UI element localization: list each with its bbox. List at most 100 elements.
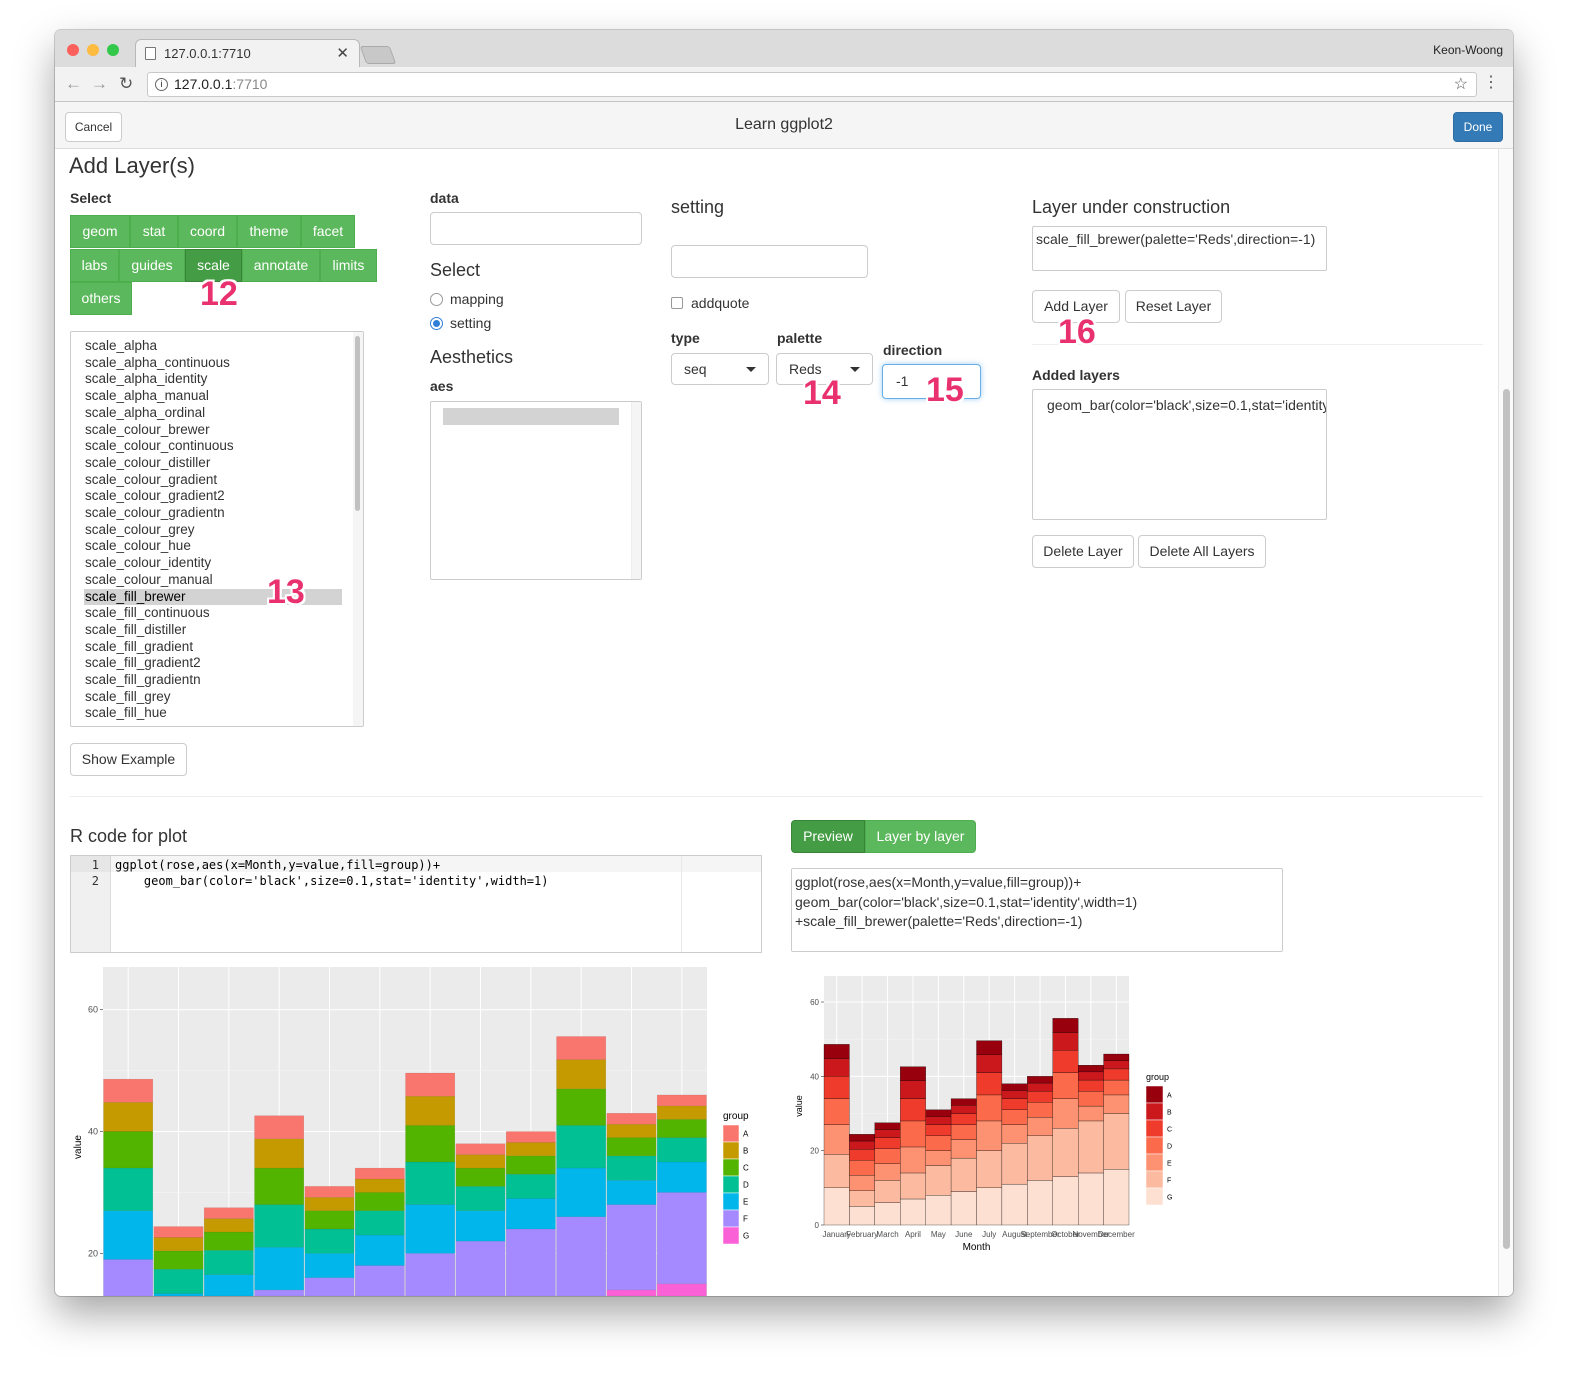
- bar-segment-C: [925, 1124, 952, 1136]
- aes-scrollbar[interactable]: [631, 402, 641, 579]
- back-arrow-icon[interactable]: ←: [65, 74, 82, 94]
- close-tab-icon[interactable]: ✕: [336, 40, 349, 68]
- category-limits-button[interactable]: limits: [320, 249, 377, 282]
- bar-segment-F: [556, 1216, 607, 1296]
- bar-segment-A: [203, 1207, 254, 1219]
- preview-code-textarea[interactable]: ggplot(rose,aes(x=Month,y=value,fill=gro…: [791, 868, 1283, 952]
- function-list-item[interactable]: scale_colour_grey: [84, 522, 342, 539]
- y-tick-label: 60: [88, 1005, 98, 1015]
- layer-textarea[interactable]: scale_fill_brewer(palette='Reds',directi…: [1032, 226, 1327, 271]
- bar-segment-B: [1001, 1090, 1028, 1099]
- bar-segment-C: [254, 1167, 305, 1205]
- close-window-icon[interactable]: [67, 44, 79, 56]
- bar-segment-E: [1027, 1117, 1053, 1136]
- tab-preview[interactable]: Preview: [791, 820, 865, 853]
- bar-segment-A: [900, 1066, 926, 1081]
- setting-input[interactable]: [671, 245, 868, 278]
- bar-segment-C: [1103, 1068, 1130, 1081]
- function-list-item[interactable]: scale_colour_gradient2: [84, 488, 342, 505]
- bar-segment-B: [950, 1105, 977, 1114]
- added-layers-textarea[interactable]: geom_bar(color='black',size=0.1,stat='id…: [1032, 389, 1327, 520]
- function-list-item[interactable]: scale_colour_brewer: [84, 422, 342, 439]
- annotation-13: 13: [267, 573, 305, 611]
- function-list-item[interactable]: scale_fill_gradientn: [84, 672, 342, 689]
- scrollbar-thumb[interactable]: [1503, 389, 1510, 1249]
- function-list-item[interactable]: scale_fill_distiller: [84, 622, 342, 639]
- category-guides-button[interactable]: guides: [119, 249, 185, 282]
- bar-segment-F: [925, 1165, 952, 1196]
- browser-tab[interactable]: 127.0.0.1:7710 ✕: [135, 39, 360, 67]
- profile-name[interactable]: Keon-Woong: [1433, 43, 1503, 57]
- bar-segment-B: [405, 1095, 456, 1126]
- function-list-item[interactable]: scale_colour_distiller: [84, 455, 342, 472]
- reset-layer-button[interactable]: Reset Layer: [1125, 290, 1222, 323]
- bar-segment-E: [304, 1253, 355, 1278]
- info-icon[interactable]: i: [155, 78, 168, 91]
- address-bar[interactable]: i 127.0.0.1:7710 ☆: [147, 72, 1477, 97]
- mapping-radio[interactable]: [430, 293, 443, 306]
- line-number: 2: [91, 874, 99, 888]
- done-button[interactable]: Done: [1453, 112, 1503, 142]
- delete-layer-button[interactable]: Delete Layer: [1032, 535, 1134, 568]
- category-facet-button[interactable]: facet: [301, 215, 355, 248]
- forward-arrow-icon[interactable]: →: [91, 74, 108, 94]
- listbox-scrollbar[interactable]: [353, 332, 363, 726]
- new-tab-button[interactable]: [359, 46, 397, 64]
- bar-segment-F: [1103, 1113, 1130, 1170]
- delete-all-layers-button[interactable]: Delete All Layers: [1138, 535, 1266, 568]
- bar-segment-E: [455, 1210, 506, 1242]
- menu-kebab-icon[interactable]: ⋮: [1483, 72, 1499, 92]
- data-input[interactable]: [430, 212, 642, 245]
- bookmark-star-icon[interactable]: ☆: [1454, 73, 1468, 96]
- function-list-item[interactable]: scale_colour_gradient: [84, 472, 342, 489]
- legend-label: F: [1167, 1178, 1171, 1185]
- code-editor[interactable]: 1 ggplot(rose,aes(x=Month,y=value,fill=g…: [70, 855, 762, 953]
- bar-segment-G: [1103, 1169, 1130, 1226]
- setting-radio[interactable]: [430, 317, 443, 330]
- bar-segment-F: [1027, 1135, 1053, 1181]
- aes-listbox[interactable]: [430, 401, 642, 580]
- function-list-item[interactable]: scale_alpha: [84, 338, 342, 355]
- category-geom-button[interactable]: geom: [70, 215, 130, 248]
- function-list-item[interactable]: scale_alpha_identity: [84, 371, 342, 388]
- reload-icon[interactable]: ↻: [119, 74, 133, 94]
- aes-selected-item[interactable]: [443, 408, 619, 425]
- bar-segment-A: [925, 1109, 952, 1117]
- type-select[interactable]: seq: [671, 353, 769, 385]
- function-list-item[interactable]: scale_colour_continuous: [84, 438, 342, 455]
- function-list-item[interactable]: scale_colour_gradientn: [84, 505, 342, 522]
- x-tick-label: December: [1098, 1230, 1135, 1239]
- bar-segment-B: [656, 1105, 707, 1120]
- function-list-item[interactable]: scale_fill_gradient: [84, 639, 342, 656]
- function-list-item[interactable]: scale_fill_gradient2: [84, 655, 342, 672]
- bar-segment-D: [455, 1186, 506, 1211]
- browser-chrome: 127.0.0.1:7710 ✕ Keon-Woong ← → ↻ i 127.…: [55, 30, 1513, 102]
- maximize-window-icon[interactable]: [107, 44, 119, 56]
- function-list-item[interactable]: scale_colour_hue: [84, 538, 342, 555]
- function-list-item[interactable]: scale_fill_grey: [84, 689, 342, 706]
- function-list-item[interactable]: scale_alpha_ordinal: [84, 405, 342, 422]
- category-stat-button[interactable]: stat: [130, 215, 178, 248]
- bar-segment-A: [656, 1094, 707, 1107]
- function-listbox[interactable]: scale_alpha scale_alpha_continuous scale_a…: [70, 331, 364, 727]
- legend-label: F: [743, 1215, 748, 1224]
- function-list-item[interactable]: scale_alpha_continuous: [84, 355, 342, 372]
- function-list-item[interactable]: scale_colour_identity: [84, 555, 342, 572]
- category-theme-button[interactable]: theme: [237, 215, 301, 248]
- y-tick-label: 20: [810, 1147, 819, 1156]
- bar-segment-G: [1078, 1172, 1104, 1226]
- tab-layer-by-layer[interactable]: Layer by layer: [865, 820, 976, 853]
- function-list-item[interactable]: scale_alpha_manual: [84, 388, 342, 405]
- bar-segment-B: [455, 1154, 506, 1169]
- category-others-button[interactable]: others: [70, 282, 132, 315]
- category-coord-button[interactable]: coord: [178, 215, 237, 248]
- addquote-checkbox[interactable]: [671, 297, 683, 309]
- function-list-item[interactable]: scale_fill_hue: [84, 705, 342, 722]
- page-scrollbar[interactable]: [1498, 149, 1513, 1296]
- bar-segment-C: [203, 1231, 254, 1251]
- category-labs-button[interactable]: labs: [70, 249, 119, 282]
- bar-segment-A: [1027, 1076, 1053, 1084]
- minimize-window-icon[interactable]: [87, 44, 99, 56]
- show-example-button[interactable]: Show Example: [70, 743, 187, 776]
- category-annotate-button[interactable]: annotate: [242, 249, 320, 282]
